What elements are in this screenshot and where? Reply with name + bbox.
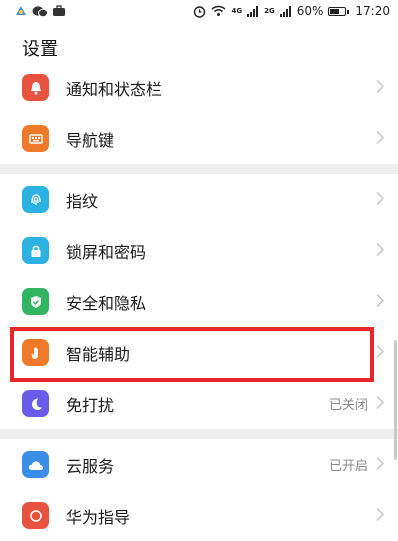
cloud-icon	[22, 451, 49, 478]
status-bar-system: 4G 2G 60% 17:20	[193, 4, 398, 18]
briefcase-icon	[52, 5, 66, 17]
alarm-icon	[193, 5, 206, 18]
settings-item-fingerprint[interactable]: 指纹	[0, 174, 398, 225]
settings-item-huawei-guide[interactable]: 华为指导	[0, 490, 398, 541]
wechat-icon	[32, 5, 48, 18]
chevron-right-icon	[376, 506, 385, 525]
settings-item-label: 智能辅助	[66, 344, 131, 364]
section-gap	[0, 164, 398, 174]
settings-item-value: 已开启	[328, 459, 368, 474]
settings-list: 通知和状态栏 导航键 指纹 锁屏和密码 安全和隐私 智能辅助 免打扰 已关闭 云…	[0, 62, 398, 541]
shield-check-icon	[22, 288, 49, 315]
signal-bars-icon	[247, 5, 259, 17]
settings-item-value: 已关闭	[328, 398, 368, 413]
settings-item-label: 安全和隐私	[66, 293, 147, 313]
hand-icon	[22, 339, 49, 366]
chevron-right-icon	[376, 343, 385, 362]
page-title: 设置	[22, 39, 58, 60]
bell-icon	[22, 74, 49, 101]
guide-icon	[22, 502, 49, 529]
battery-percent: 60%	[296, 4, 324, 18]
keyboard-icon	[22, 125, 49, 152]
settings-item-label: 通知和状态栏	[66, 79, 163, 99]
wifi-icon	[211, 5, 226, 17]
chevron-right-icon	[376, 129, 385, 148]
settings-item-do-not-disturb[interactable]: 免打扰 已关闭	[0, 378, 398, 429]
status-bar: 4G 2G 60% 17:20	[0, 0, 398, 22]
signal-2g-label: 2G	[264, 7, 275, 15]
scrollbar[interactable]	[394, 340, 397, 460]
settings-item-label: 免打扰	[66, 395, 115, 415]
settings-item-security[interactable]: 安全和隐私	[0, 276, 398, 327]
section-gap	[0, 429, 398, 439]
status-bar-notifications	[0, 4, 66, 18]
lock-icon	[22, 237, 49, 264]
chevron-right-icon	[376, 78, 385, 97]
signal-4g-label: 4G	[231, 7, 243, 15]
settings-item-nav-keys[interactable]: 导航键	[0, 113, 398, 164]
settings-item-label: 导航键	[66, 130, 115, 150]
settings-item-notifications[interactable]: 通知和状态栏	[0, 62, 398, 113]
clock: 17:20	[355, 4, 390, 18]
moon-icon	[22, 390, 49, 417]
settings-item-label: 云服务	[66, 456, 115, 476]
battery-icon	[328, 6, 350, 16]
chevron-right-icon	[376, 190, 385, 209]
settings-item-label: 华为指导	[66, 507, 131, 527]
app-notification-icon	[14, 4, 28, 18]
fingerprint-icon	[22, 186, 49, 213]
settings-item-label: 指纹	[66, 191, 99, 211]
chevron-right-icon	[376, 455, 385, 474]
chevron-right-icon	[376, 394, 385, 413]
chevron-right-icon	[376, 292, 385, 311]
chevron-right-icon	[376, 241, 385, 260]
settings-item-cloud[interactable]: 云服务 已开启	[0, 439, 398, 490]
signal-bars-2-icon	[279, 5, 292, 17]
settings-item-smart-assist[interactable]: 智能辅助	[0, 327, 398, 378]
settings-item-lockscreen[interactable]: 锁屏和密码	[0, 225, 398, 276]
settings-item-label: 锁屏和密码	[66, 242, 147, 262]
